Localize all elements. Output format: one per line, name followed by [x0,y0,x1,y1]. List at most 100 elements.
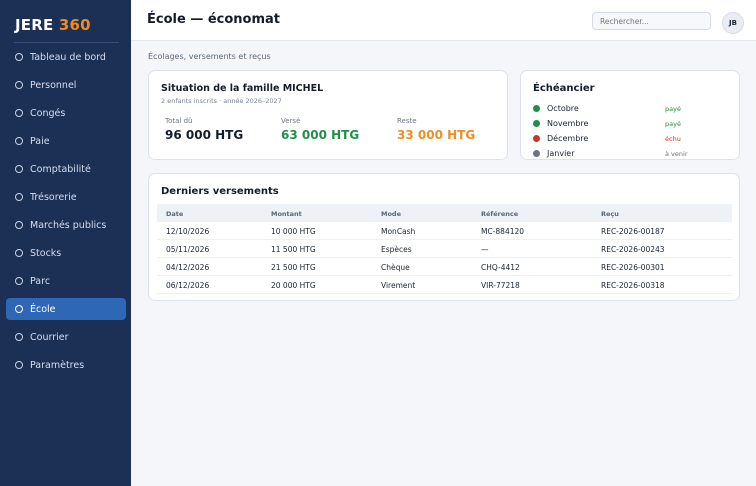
stat-label: Reste [397,117,417,125]
status-dot-icon [533,120,540,127]
sidebar-item-label: Courrier [30,331,69,343]
nav-circle-icon [15,277,23,285]
stat-remaining: Reste 33 000 HTG [397,117,475,142]
schedule-row: Novembre payé [533,116,729,131]
stat-value: 63 000 HTG [281,128,360,142]
sidebar-item-label: Personnel [30,79,77,91]
search-input[interactable] [592,12,711,30]
table-body: 12/10/2026 10 000 HTG MonCash MC-884120 REC-… [157,222,732,294]
family-title: Situation de la famille MICHEL [161,83,324,94]
sidebar-item-0[interactable]: Tableau de bord [6,46,126,68]
sidebar-item-11[interactable]: Paramètres [6,354,126,376]
table-cell: — [481,245,489,254]
column-header: Reçu [601,210,619,218]
stat-label: Versé [281,117,301,125]
table-cell: MC-884120 [481,227,525,236]
sidebar-item-label: Tableau de bord [30,51,106,63]
sidebar-item-7[interactable]: Stocks [6,242,126,264]
avatar[interactable]: JB [722,12,744,34]
table-cell: 04/12/2026 [166,263,210,272]
status-dot-icon [533,150,540,157]
status-dot-icon [533,105,540,112]
table-cell: REC-2026-00301 [601,263,665,272]
nav-circle-icon [15,81,23,89]
schedule-month: Janvier [547,149,575,158]
table-row[interactable]: 12/10/2026 10 000 HTG MonCash MC-884120 REC-… [157,222,732,240]
sidebar-item-1[interactable]: Personnel [6,74,126,96]
sidebar-item-label: Paie [30,135,50,147]
table-cell: Espèces [381,245,412,254]
stat-label: Total dû [165,117,193,125]
topbar: École — économat JB [131,0,756,41]
nav-circle-icon [15,333,23,341]
schedule-row: Octobre payé [533,101,729,116]
status-badge: à venir [665,149,688,158]
column-header: Référence [481,210,519,218]
sidebar-item-9[interactable]: École [6,298,126,320]
schedule-card: Échéancier Octobre payé Novembre payé Décemb… [520,70,740,160]
payments-title: Derniers versements [161,186,279,197]
nav-circle-icon [15,53,23,61]
schedule-list: Octobre payé Novembre payé Décembre échu Janvi… [533,101,729,161]
table-cell: 10 000 HTG [271,227,316,236]
sidebar-item-label: École [30,303,56,315]
table-cell: Chèque [381,263,410,272]
status-badge: payé [665,119,681,128]
nav-circle-icon [15,165,23,173]
table-row[interactable]: 04/12/2026 21 500 HTG Chèque CHQ-4412 REC-20… [157,258,732,276]
sidebar-item-10[interactable]: Courrier [6,326,126,348]
table-cell: CHQ-4412 [481,263,520,272]
sidebar-item-label: Parc [30,275,51,287]
family-summary-card: Situation de la famille MICHEL 2 enfants… [148,70,508,160]
stat-value: 33 000 HTG [397,128,476,142]
nav-circle-icon [15,249,23,257]
sidebar-item-4[interactable]: Comptabilité [6,158,126,180]
column-header: Montant [271,210,302,218]
sidebar-nav: Tableau de bord Personnel Congés Paie Compta… [6,46,126,382]
table-cell: 12/10/2026 [166,227,210,236]
brand-divider [14,42,119,43]
table-cell: 21 500 HTG [271,263,316,272]
schedule-row: Décembre échu [533,131,729,146]
sidebar-item-label: Stocks [30,247,62,259]
sidebar-item-8[interactable]: Parc [6,270,126,292]
sidebar-item-2[interactable]: Congés [6,102,126,124]
sidebar-item-label: Paramètres [30,359,85,371]
table-cell: 05/11/2026 [166,245,210,254]
table-row[interactable]: 05/11/2026 11 500 HTG Espèces — REC-2026-002… [157,240,732,258]
table-cell: 06/12/2026 [166,281,210,290]
page-title: École — économat [147,12,281,27]
table-header: Date Montant Mode Référence Reçu [157,204,732,222]
nav-circle-icon [15,361,23,369]
status-badge: payé [665,104,681,113]
table-cell: REC-2026-00187 [601,227,665,236]
brand-accent: 360 [58,16,91,34]
sidebar-item-label: Marchés publics [30,219,107,231]
sidebar-item-label: Comptabilité [30,163,91,175]
nav-circle-icon [15,305,23,313]
schedule-row: Janvier à venir [533,146,729,161]
stat-paid: Versé 63 000 HTG [281,117,359,142]
nav-circle-icon [15,137,23,145]
table-cell: VIR-77218 [481,281,520,290]
schedule-month: Octobre [547,104,579,113]
sidebar-item-6[interactable]: Marchés publics [6,214,126,236]
status-badge: échu [665,134,681,143]
sidebar-item-5[interactable]: Trésorerie [6,186,126,208]
family-subtitle: 2 enfants inscrits · année 2026–2027 [161,97,282,105]
nav-circle-icon [15,109,23,117]
status-dot-icon [533,135,540,142]
sidebar-item-3[interactable]: Paie [6,130,126,152]
table-cell: 11 500 HTG [271,245,316,254]
table-cell: Virement [381,281,416,290]
stat-value: 96 000 HTG [165,128,244,142]
schedule-month: Décembre [547,134,589,143]
page-subtitle: Écolages, versements et reçus [148,52,271,61]
table-cell: REC-2026-00243 [601,245,665,254]
sidebar: JERE 360 Tableau de bord Personnel Congés P… [0,0,131,486]
sidebar-item-label: Trésorerie [30,191,77,203]
brand-logo[interactable]: JERE 360 [15,16,91,34]
brand-main: JERE [15,16,54,34]
schedule-title: Échéancier [533,83,595,94]
table-row[interactable]: 06/12/2026 20 000 HTG Virement VIR-77218 REC… [157,276,732,294]
